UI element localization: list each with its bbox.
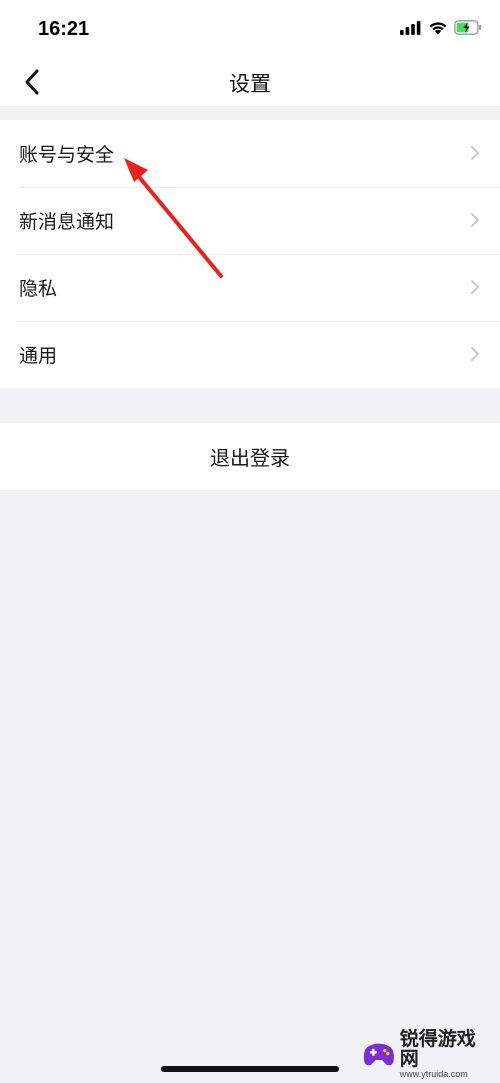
battery-charging-icon: [454, 20, 482, 35]
logout-label: 退出登录: [210, 446, 290, 470]
status-time: 16:21: [38, 18, 90, 40]
nav-bar: 设置: [0, 58, 500, 106]
wifi-icon: [429, 22, 447, 35]
gamepad-logo-icon: [363, 1043, 394, 1066]
chevron-right-icon: [471, 146, 479, 160]
settings-item-account-security[interactable]: 账号与安全: [0, 120, 500, 187]
settings-item-label: 通用: [19, 345, 58, 367]
settings-item-privacy[interactable]: 隐私: [0, 254, 500, 321]
settings-item-label: 隐私: [19, 278, 58, 300]
status-icons: [400, 20, 482, 35]
watermark-logo: 锐得游戏网 www.ytruida.com: [362, 1028, 494, 1080]
page-title: 设置: [229, 72, 271, 96]
chevron-right-icon: [471, 347, 479, 361]
signal-icon: [400, 20, 421, 35]
home-indicator: [161, 1066, 339, 1072]
chevron-right-icon: [471, 213, 479, 227]
watermark-text: 锐得游戏网 www.ytruida.com: [399, 1028, 494, 1080]
settings-item-general[interactable]: 通用: [0, 321, 500, 388]
watermark-name: 锐得游戏网: [399, 1028, 476, 1071]
chevron-right-icon: [471, 280, 479, 294]
watermark-url: www.ytruida.com: [399, 1069, 468, 1080]
settings-item-label: 新消息通知: [19, 211, 115, 233]
settings-item-label: 账号与安全: [19, 144, 115, 166]
settings-item-notifications[interactable]: 新消息通知: [0, 187, 500, 254]
logout-button[interactable]: 退出登录: [0, 423, 500, 490]
status-bar: 16:21: [0, 0, 500, 58]
settings-list: 账号与安全 新消息通知 隐私 通用: [0, 120, 500, 388]
